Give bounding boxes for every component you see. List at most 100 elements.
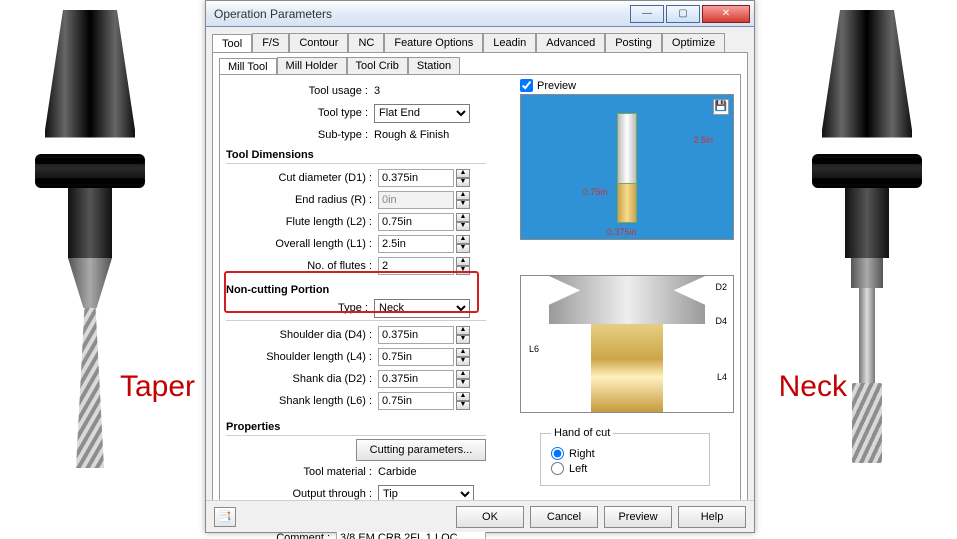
cut-dia-up[interactable]: ▲ [456,169,470,178]
sub-type-value: Rough & Finish [374,129,449,141]
noncut-type-select[interactable]: Neck [374,299,470,318]
overall-len-input[interactable] [378,235,454,253]
hand-left-radio[interactable] [551,462,564,475]
nc-d4-label: D4 [715,316,727,326]
cut-dia-label: Cut diameter (D1) : [230,172,378,184]
save-preview-icon[interactable]: 💾 [713,99,729,115]
shank-len-up[interactable]: ▲ [456,392,470,401]
preview-checkbox-label: Preview [537,80,576,92]
dialog-title: Operation Parameters [214,7,628,21]
tab-contour[interactable]: Contour [289,33,348,52]
preview-flute-dim: 0.75in [583,187,608,197]
hand-of-cut-legend: Hand of cut [551,427,613,439]
tool-type-select[interactable]: Flat End [374,104,470,123]
shoulder-dia-label: Shoulder dia (D4) : [230,329,378,341]
tab-feature-options[interactable]: Feature Options [384,33,483,52]
preview-dia-dim: 0.375in [607,227,637,237]
help-button[interactable]: Help [678,506,746,528]
tool-dimensions-section: Tool Dimensions [226,149,486,161]
shoulder-dia-down[interactable]: ▼ [456,335,470,344]
preview-checkbox[interactable] [520,79,533,92]
cut-dia-down[interactable]: ▼ [456,178,470,187]
titlebar[interactable]: Operation Parameters — ▢ ✕ [206,1,754,27]
library-icon[interactable]: 📑 [214,507,236,527]
subtab-mill-holder[interactable]: Mill Holder [277,57,347,74]
subtab-tool-crib[interactable]: Tool Crib [347,57,408,74]
ok-button[interactable]: OK [456,506,524,528]
canvas: { "side_labels": { "taper": "Taper", "ne… [0,0,957,539]
sub-type-label: Sub-type : [226,129,374,141]
tab-nc[interactable]: NC [348,33,384,52]
shank-len-down[interactable]: ▼ [456,401,470,410]
preview-column: Preview 💾 2.5in 0.75in 0.375in [520,79,734,240]
nc-l6-label: L6 [529,344,539,354]
dialog-button-bar: 📑 OK Cancel Preview Help [206,500,754,532]
subtab-station[interactable]: Station [408,57,460,74]
hand-right-row[interactable]: Right [551,447,699,460]
sub-tabstrip: Mill Tool Mill Holder Tool Crib Station [219,57,741,74]
maximize-button[interactable]: ▢ [666,5,700,23]
tool-preview: 💾 2.5in 0.75in 0.375in [520,94,734,240]
tool-usage-label: Tool usage : [226,85,374,97]
tool-usage-value: 3 [374,85,380,97]
nc-d2-label: D2 [715,282,727,292]
end-radius-input [378,191,454,209]
shank-dia-label: Shank dia (D2) : [230,373,378,385]
hand-left-row[interactable]: Left [551,462,699,475]
tab-posting[interactable]: Posting [605,33,662,52]
end-radius-label: End radius (R) : [230,194,378,206]
noncutting-diagram: D2 D4 L4 L6 [520,275,734,413]
flute-len-down[interactable]: ▼ [456,222,470,231]
tab-advanced[interactable]: Advanced [536,33,605,52]
shoulder-len-label: Shoulder length (L4) : [230,351,378,363]
num-flutes-up[interactable]: ▲ [456,257,470,266]
main-tabstrip: Tool F/S Contour NC Feature Options Lead… [206,27,754,52]
shank-dia-input[interactable] [378,370,454,388]
tool-type-label: Tool type : [226,107,374,119]
subtab-mill-tool[interactable]: Mill Tool [219,58,277,75]
flute-len-up[interactable]: ▲ [456,213,470,222]
tab-leadin[interactable]: Leadin [483,33,536,52]
minimize-button[interactable]: — [630,5,664,23]
comment-label: Comment : [230,532,336,539]
overall-len-up[interactable]: ▲ [456,235,470,244]
taper-tool-render [0,0,180,539]
output-through-label: Output through : [230,488,378,500]
preview-checkbox-row[interactable]: Preview [520,79,734,92]
end-radius-up: ▲ [456,191,470,200]
shank-len-input[interactable] [378,392,454,410]
hand-of-cut-group: Hand of cut Right Left [540,427,710,486]
operation-parameters-dialog: Operation Parameters — ▢ ✕ Tool F/S Cont… [205,0,755,533]
shoulder-dia-input[interactable] [378,326,454,344]
preview-button[interactable]: Preview [604,506,672,528]
neck-tool-render [777,0,957,539]
num-flutes-label: No. of flutes : [230,260,378,272]
noncut-type-label: Type : [226,302,374,314]
cut-dia-input[interactable] [378,169,454,187]
hand-left-label: Left [569,463,587,475]
num-flutes-input[interactable] [378,257,454,275]
tool-material-value: Carbide [378,466,417,478]
flute-len-label: Flute length (L2) : [230,216,378,228]
overall-len-down[interactable]: ▼ [456,244,470,253]
properties-section: Properties [226,421,486,433]
flute-len-input[interactable] [378,213,454,231]
shoulder-len-down[interactable]: ▼ [456,357,470,366]
shank-dia-up[interactable]: ▲ [456,370,470,379]
num-flutes-down[interactable]: ▼ [456,266,470,275]
mill-tool-panel: Preview 💾 2.5in 0.75in 0.375in [219,74,741,504]
tab-tool[interactable]: Tool [212,34,252,53]
tab-optimize[interactable]: Optimize [662,33,725,52]
end-radius-down: ▼ [456,200,470,209]
shoulder-len-up[interactable]: ▲ [456,348,470,357]
shank-dia-down[interactable]: ▼ [456,379,470,388]
hand-right-label: Right [569,448,595,460]
tab-fs[interactable]: F/S [252,33,289,52]
cutting-parameters-button[interactable]: Cutting parameters... [356,439,486,461]
hand-right-radio[interactable] [551,447,564,460]
cancel-button[interactable]: Cancel [530,506,598,528]
close-button[interactable]: ✕ [702,5,750,23]
shoulder-dia-up[interactable]: ▲ [456,326,470,335]
tool-panel: Mill Tool Mill Holder Tool Crib Station … [212,52,748,512]
shoulder-len-input[interactable] [378,348,454,366]
